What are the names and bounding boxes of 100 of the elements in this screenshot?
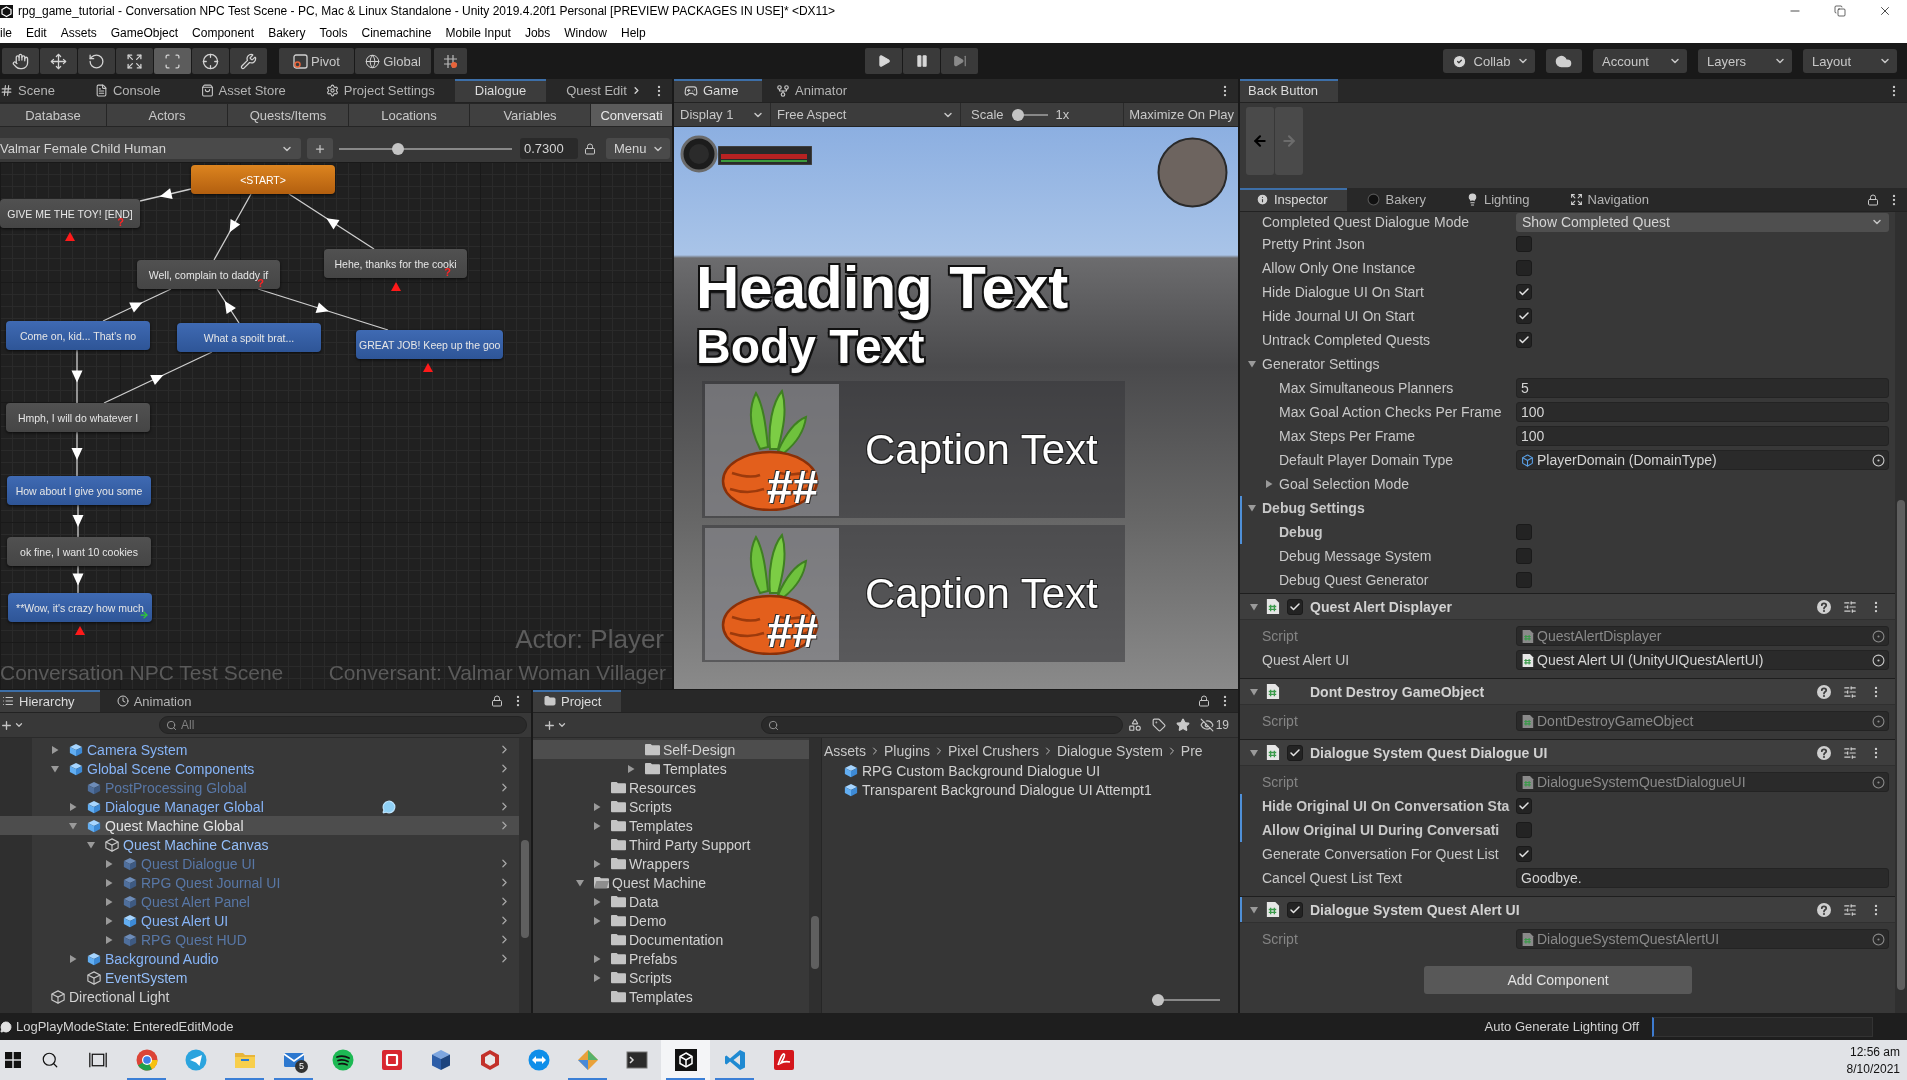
menu-item[interactable]: Bakery <box>261 25 313 40</box>
add-button[interactable] <box>307 138 333 159</box>
script-field[interactable]: QuestAlertDisplayer <box>1516 626 1889 646</box>
foldout-arrow-icon[interactable] <box>69 821 77 830</box>
hierarchy-item[interactable]: Dialogue Manager Global <box>0 797 519 816</box>
foldout-arrow-icon[interactable] <box>593 897 601 906</box>
foldout-arrow-icon[interactable] <box>105 897 113 906</box>
help-icon[interactable] <box>1817 902 1831 917</box>
foldout-arrow-icon[interactable] <box>1250 905 1258 914</box>
tool-button[interactable] <box>116 48 153 74</box>
menu-item[interactable]: Edit <box>19 25 54 40</box>
dialogue-node[interactable]: <START> <box>191 165 335 194</box>
scrollbar-thumb[interactable] <box>1897 500 1905 990</box>
scrollbar[interactable] <box>519 738 531 1013</box>
folder-item[interactable]: Third Party Support <box>533 835 809 854</box>
target-icon[interactable] <box>1872 714 1885 728</box>
scrollbar-thumb[interactable] <box>521 840 529 938</box>
panel-tab[interactable]: Animation <box>99 690 206 712</box>
foldout[interactable]: Debug Settings <box>1262 500 1365 516</box>
foldout-arrow-icon[interactable] <box>1250 748 1258 757</box>
zoom-field[interactable]: 0.7300 <box>520 138 578 159</box>
folder-item[interactable]: Data <box>533 892 809 911</box>
conversation-dropdown[interactable]: Valmar Female Child Human <box>0 138 301 159</box>
component-header[interactable]: Dialogue System Quest Alert UI <box>1240 897 1895 923</box>
target-icon[interactable] <box>1872 932 1885 946</box>
checkbox[interactable] <box>1516 846 1532 862</box>
component-header[interactable]: Dont Destroy GameObject <box>1240 679 1895 705</box>
asset-item[interactable]: RPG Custom Background Dialogue UI <box>822 761 1238 780</box>
panel-tab[interactable]: Game <box>674 79 762 102</box>
checkbox[interactable] <box>1516 798 1532 814</box>
scrollbar[interactable] <box>1895 212 1907 1013</box>
slider-thumb[interactable] <box>1152 994 1164 1006</box>
panel-tab[interactable]: Bakery <box>1347 188 1446 211</box>
slider-thumb[interactable] <box>392 142 405 155</box>
help-icon[interactable] <box>1817 745 1831 760</box>
layers-dropdown[interactable]: Layers <box>1698 49 1792 73</box>
menu-item[interactable]: Assets <box>53 25 104 40</box>
checkbox[interactable] <box>1287 901 1303 918</box>
text-field[interactable]: 5 <box>1516 378 1889 398</box>
tool-button[interactable] <box>192 48 229 74</box>
foldout-arrow-icon[interactable] <box>105 916 113 925</box>
checkbox[interactable] <box>1516 260 1532 276</box>
checkbox[interactable] <box>1516 332 1532 348</box>
folder-item[interactable]: Quest Machine <box>533 873 809 892</box>
script-field[interactable]: DialogueSystemQuestAlertUI <box>1516 929 1889 949</box>
panel-tab[interactable]: Navigation <box>1549 188 1669 211</box>
taskbar-app-button[interactable]: 5 <box>269 1040 318 1080</box>
scrollbar[interactable] <box>809 738 821 1013</box>
presets-icon[interactable] <box>1843 684 1857 699</box>
aspect-dropdown[interactable]: Free Aspect <box>771 103 961 126</box>
step-button[interactable] <box>941 48 978 74</box>
section-tab[interactable]: Database <box>0 104 106 126</box>
pivot-button[interactable]: Pivot <box>279 48 354 74</box>
foldout-arrow-icon[interactable] <box>576 878 584 887</box>
checkbox[interactable] <box>1287 598 1303 615</box>
hierarchy-item[interactable]: Global Scene Components <box>0 759 519 778</box>
foldout-arrow-icon[interactable] <box>105 878 113 887</box>
folder-item[interactable]: Scripts <box>533 968 809 987</box>
panel-tab[interactable]: Inspector <box>1240 188 1348 211</box>
object-field[interactable]: Quest Alert UI (UnityUIQuestAlertUI) <box>1516 650 1889 670</box>
foldout-arrow-icon[interactable] <box>1250 687 1258 696</box>
panel-tab[interactable]: Lighting <box>1445 188 1550 211</box>
foldout[interactable]: Generator Settings <box>1262 356 1380 372</box>
folder-item[interactable]: Resources <box>533 778 809 797</box>
hidden-count-button[interactable]: 19 <box>1194 715 1234 735</box>
hierarchy-item[interactable]: Background Audio <box>0 949 519 968</box>
target-icon[interactable] <box>1872 453 1885 467</box>
presets-icon[interactable] <box>1843 599 1857 614</box>
hierarchy-item[interactable]: Directional Light <box>0 987 519 1006</box>
menu-item[interactable]: Jobs <box>517 25 558 40</box>
presets-icon[interactable] <box>1843 902 1857 917</box>
foldout-arrow-icon[interactable] <box>51 745 59 754</box>
breadcrumb-link[interactable]: Dialogue System <box>1056 742 1163 759</box>
foldout-arrow-icon[interactable] <box>1248 360 1256 368</box>
section-tab[interactable]: Quests/Items <box>228 104 348 126</box>
menu-item[interactable]: Help <box>613 25 653 40</box>
foldout-arrow-icon[interactable] <box>87 840 95 849</box>
scrollbar-thumb[interactable] <box>811 916 819 969</box>
menu-item[interactable]: Cinemachine <box>354 25 439 40</box>
panel-tab[interactable]: Project <box>533 690 622 712</box>
folder-item[interactable]: Templates <box>533 759 809 778</box>
folder-item[interactable]: Self-Design <box>533 740 809 759</box>
panel-tab[interactable]: Hierarchy <box>0 690 100 712</box>
checkbox[interactable] <box>1516 572 1532 588</box>
checkbox[interactable] <box>1516 308 1532 324</box>
account-dropdown[interactable]: Account <box>1593 49 1687 73</box>
dropdown[interactable]: Show Completed Quest <box>1516 212 1889 232</box>
help-icon[interactable] <box>1817 684 1831 699</box>
foldout-arrow-icon[interactable] <box>593 973 601 982</box>
foldout-arrow-icon[interactable] <box>1265 480 1273 488</box>
target-icon[interactable] <box>1872 653 1885 667</box>
menu-item[interactable]: ile <box>0 25 19 40</box>
dialogue-node[interactable]: ok fine, I want 10 cookies <box>7 537 151 566</box>
dialogue-node[interactable]: Hmph, I will do whatever I <box>6 403 150 432</box>
foldout-arrow-icon[interactable] <box>593 802 601 811</box>
cloud-button[interactable] <box>1546 49 1582 73</box>
checkbox[interactable] <box>1516 822 1532 838</box>
checkbox[interactable] <box>1516 236 1532 252</box>
dialogue-node[interactable]: Hehe, thanks for the cooki ? <box>324 249 467 278</box>
pause-button[interactable] <box>903 48 940 74</box>
